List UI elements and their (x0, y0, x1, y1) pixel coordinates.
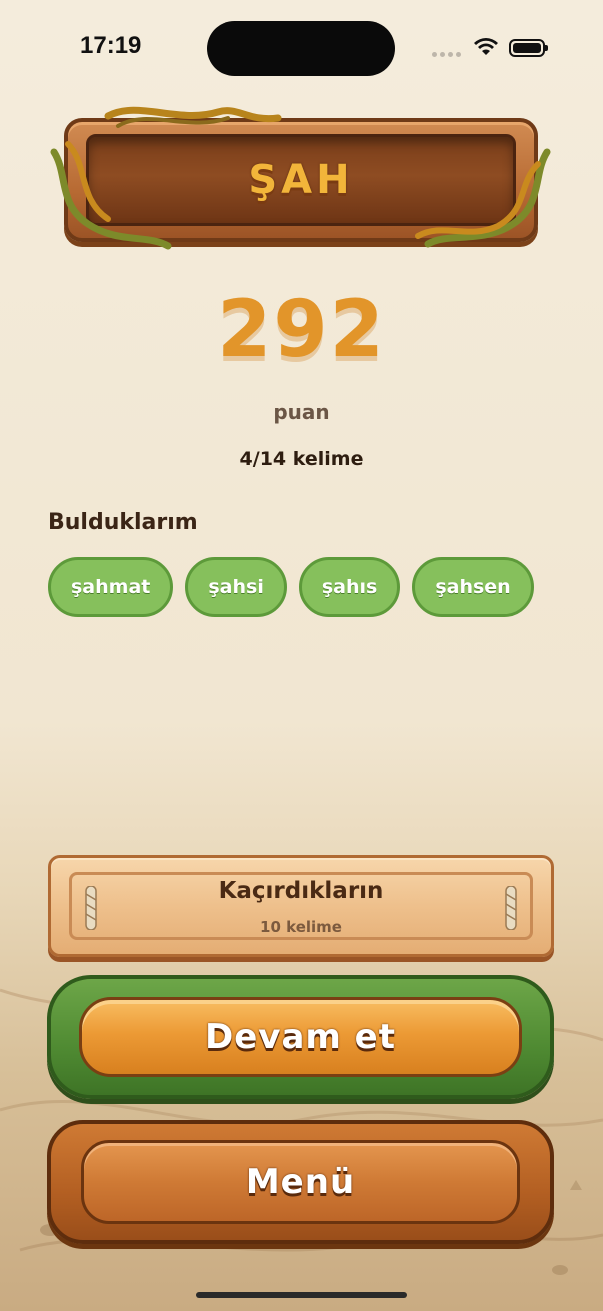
status-time: 17:19 (80, 32, 142, 59)
wifi-icon (474, 38, 498, 55)
found-word-chip[interactable]: şahsi (185, 557, 287, 617)
menu-button-face: Menü (81, 1140, 520, 1224)
found-words-list: şahmat şahsi şahıs şahsen (48, 557, 534, 617)
found-word-chip[interactable]: şahsen (412, 557, 534, 617)
missed-words-button[interactable]: Kaçırdıkların 10 kelime (48, 855, 554, 957)
word-progress: 4/14 kelime (239, 448, 364, 470)
found-word-chip[interactable]: şahıs (298, 557, 401, 617)
score-unit: puan (273, 400, 330, 424)
found-word-chip[interactable]: şahmat (48, 557, 174, 617)
home-indicator[interactable] (196, 1292, 407, 1298)
menu-button-label: Menü (245, 1162, 356, 1202)
score-value: 292 (217, 285, 386, 375)
game-title: ŞAH (248, 157, 354, 203)
missed-words-count: 10 kelime (260, 918, 342, 936)
dynamic-island (207, 21, 395, 76)
cellular-signal-icon (432, 52, 461, 57)
title-sign: ŞAH (48, 104, 553, 250)
continue-button-face: Devam et (79, 997, 522, 1077)
menu-button[interactable]: Menü (47, 1120, 554, 1244)
found-words-heading: Bulduklarım (48, 510, 198, 535)
continue-button[interactable]: Devam et (47, 975, 554, 1099)
continue-button-label: Devam et (205, 1017, 396, 1057)
status-bar: 17:19 (0, 0, 603, 96)
missed-words-title: Kaçırdıkların (218, 878, 384, 904)
battery-icon (509, 39, 548, 57)
